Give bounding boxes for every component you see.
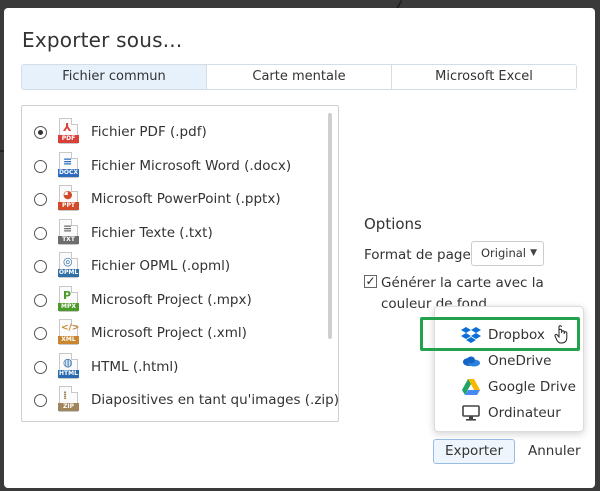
destination-label: Dropbox	[488, 327, 545, 343]
format-label: Microsoft Project (.mpx)	[91, 292, 252, 308]
format-radio-docx[interactable]	[34, 159, 47, 173]
pptx-file-icon: ◕ PPT	[58, 185, 80, 213]
pdf-file-icon: ⅄ PDF	[58, 118, 80, 146]
tab-microsoft-excel[interactable]: Microsoft Excel	[392, 65, 576, 89]
xml-file-icon: </> XML	[58, 319, 80, 347]
destination-label: Ordinateur	[488, 405, 561, 421]
page-format-value: Original	[481, 246, 527, 260]
format-radio-zip[interactable]	[34, 393, 47, 407]
destination-computer[interactable]: Ordinateur	[461, 400, 561, 426]
format-item-pptx[interactable]: ◕ PPT Microsoft PowerPoint (.pptx)	[34, 183, 324, 215]
chevron-down-icon: ▼	[530, 248, 537, 258]
docx-file-icon: ≡ DOCX	[58, 152, 80, 180]
format-item-xml[interactable]: </> XML Microsoft Project (.xml)	[34, 317, 324, 349]
mpx-file-icon: P MPX	[58, 286, 80, 314]
tab-carte-mentale[interactable]: Carte mentale	[207, 65, 392, 89]
format-item-opml[interactable]: ◎ OPML Fichier OPML (.opml)	[34, 250, 324, 282]
format-label: Microsoft Project (.xml)	[91, 325, 247, 341]
page-format-label: Format de page	[364, 247, 471, 263]
format-item-zip[interactable]: ⁞ ZIP Diapositives en tant qu'images (.z…	[34, 384, 339, 416]
format-radio-pdf[interactable]	[34, 125, 47, 139]
cancel-button[interactable]: Annuler	[528, 439, 581, 464]
format-list[interactable]: ⅄ PDF Fichier PDF (.pdf) ≡ DOCX Fichier …	[21, 105, 339, 422]
format-item-mpx[interactable]: P MPX Microsoft Project (.mpx)	[34, 284, 324, 316]
format-label: HTML (.html)	[91, 359, 179, 375]
background-color-checkbox[interactable]: ✓	[364, 275, 377, 288]
format-radio-txt[interactable]	[34, 226, 47, 240]
opml-file-icon: ◎ OPML	[58, 252, 80, 280]
format-radio-html[interactable]	[34, 360, 47, 374]
format-radio-mpx[interactable]	[34, 293, 47, 307]
destination-google-drive[interactable]: Google Drive	[461, 374, 576, 400]
format-radio-opml[interactable]	[34, 259, 47, 273]
tab-fichier-commun[interactable]: Fichier commun	[22, 65, 207, 89]
export-button[interactable]: Exporter	[433, 439, 515, 464]
onedrive-icon	[461, 352, 481, 370]
dropbox-icon	[461, 326, 481, 344]
format-label: Fichier OPML (.opml)	[91, 258, 231, 274]
format-list-scrollbar[interactable]	[328, 113, 332, 339]
format-label: Fichier PDF (.pdf)	[91, 124, 207, 140]
options-heading: Options	[364, 215, 422, 233]
hand-cursor-icon	[554, 325, 568, 344]
destination-label: OneDrive	[488, 353, 552, 369]
destination-dropbox[interactable]: Dropbox	[461, 322, 545, 348]
page-format-select[interactable]: Original ▼	[471, 241, 544, 266]
export-dialog: Exporter sous... Fichier commun Carte me…	[4, 8, 595, 488]
txt-file-icon: ≡ TXT	[58, 219, 80, 247]
format-radio-pptx[interactable]	[34, 192, 47, 206]
format-label: Fichier Texte (.txt)	[91, 225, 213, 241]
format-label: Diapositives en tant qu'images (.zip)	[91, 392, 339, 408]
destination-label: Google Drive	[488, 379, 576, 395]
destination-onedrive[interactable]: OneDrive	[461, 348, 551, 374]
computer-icon	[461, 404, 481, 422]
format-label: Microsoft PowerPoint (.pptx)	[91, 191, 281, 207]
format-item-docx[interactable]: ≡ DOCX Fichier Microsoft Word (.docx)	[34, 150, 324, 182]
format-item-html[interactable]: ◍ HTML HTML (.html)	[34, 351, 324, 383]
format-item-pdf[interactable]: ⅄ PDF Fichier PDF (.pdf)	[34, 116, 324, 148]
export-tabs: Fichier commun Carte mentale Microsoft E…	[21, 64, 577, 90]
format-label: Fichier Microsoft Word (.docx)	[91, 158, 292, 174]
format-radio-xml[interactable]	[34, 326, 47, 340]
format-item-txt[interactable]: ≡ TXT Fichier Texte (.txt)	[34, 217, 324, 249]
zip-file-icon: ⁞ ZIP	[58, 386, 80, 414]
dialog-title: Exporter sous...	[22, 28, 183, 52]
html-file-icon: ◍ HTML	[58, 353, 80, 381]
google-drive-icon	[461, 378, 481, 396]
